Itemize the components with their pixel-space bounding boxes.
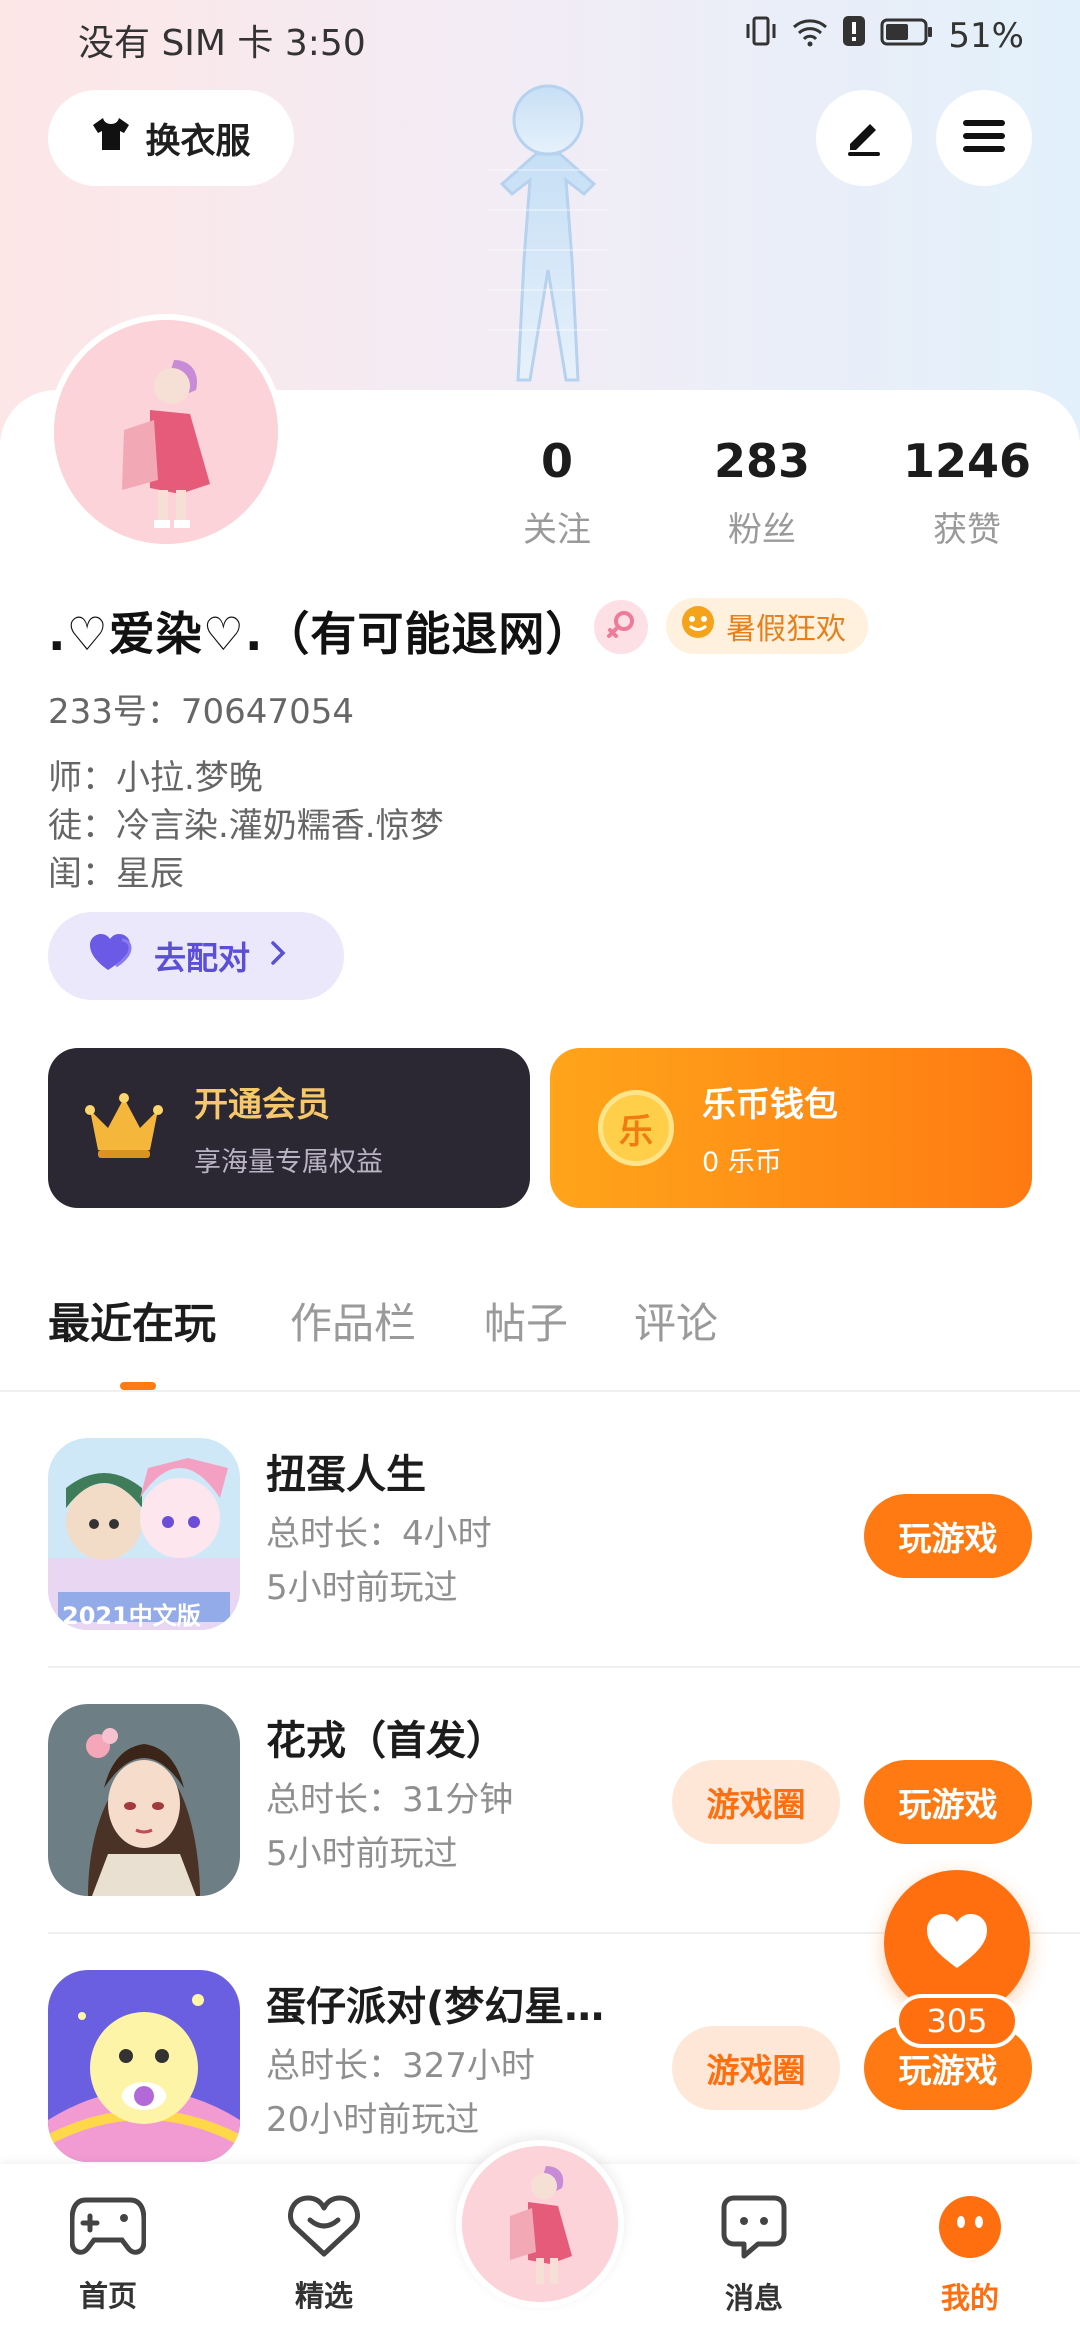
game-name: 蛋仔派对(梦幻星… — [266, 1984, 605, 2030]
go-pair-label: 去配对 — [154, 939, 251, 977]
wifi-icon — [792, 16, 828, 56]
coin-wallet-card[interactable]: 乐 乐币钱包 0 乐币 — [550, 1048, 1032, 1208]
game-icon-caption: 2021中文版 — [62, 1602, 201, 1630]
stat-fans[interactable]: 283 粉丝 — [677, 434, 847, 551]
game-circle-button[interactable]: 游戏圈 — [672, 1760, 840, 1844]
game-last-played: 20小时前玩过 — [266, 2100, 480, 2140]
vip-title: 开通会员 — [194, 1085, 330, 1125]
character-hologram[interactable] — [448, 70, 648, 390]
apprentice-label: 徒： — [48, 806, 116, 846]
following-label: 关注 — [523, 510, 591, 550]
nav-messages[interactable]: 消息 — [694, 2194, 814, 2317]
profile-screen: 没有 SIM 卡 3:50 51% 换衣服 0 关注 283 粉丝 1246 获… — [0, 0, 1080, 2340]
game-name: 花戎（首发） — [266, 1718, 506, 1764]
vip-subtitle: 享海量专属权益 — [194, 1147, 383, 1178]
tab-works[interactable]: 作品栏 — [290, 1290, 416, 1351]
game-icon-gacha-life[interactable]: 2021中文版 — [48, 1438, 240, 1630]
tab-comments[interactable]: 评论 — [634, 1290, 718, 1351]
female-icon — [604, 608, 638, 646]
avatar[interactable] — [48, 314, 284, 550]
alert-icon — [842, 15, 866, 56]
pen-icon — [842, 114, 886, 162]
game-icon-huarong[interactable] — [48, 1704, 240, 1896]
apprentice-value[interactable]: 冷言染.灌奶糯香.惊梦 — [116, 806, 444, 846]
play-game-button[interactable]: 玩游戏 — [864, 1494, 1032, 1578]
summer-event-label: 暑假狂欢 — [726, 612, 846, 647]
nav-messages-label: 消息 — [724, 2281, 783, 2315]
status-bar: 没有 SIM 卡 3:50 51% — [0, 0, 1080, 76]
shirt-icon — [91, 116, 131, 161]
wallet-balance: 0 乐币 — [702, 1147, 782, 1178]
menu-button[interactable] — [936, 90, 1032, 186]
game-row[interactable]: 花戎（首发） 总时长：31分钟 5小时前玩过 游戏圈 玩游戏 — [0, 1644, 1080, 1910]
change-outfit-label: 换衣服 — [145, 121, 251, 162]
nav-mine[interactable]: 我的 — [910, 2194, 1030, 2317]
nav-mine-label: 我的 — [940, 2281, 999, 2315]
stat-likes[interactable]: 1246 获赞 — [882, 434, 1052, 551]
likes-label: 获赞 — [933, 510, 1001, 550]
wallet-title: 乐币钱包 — [702, 1085, 838, 1125]
heart-chat-icon — [288, 2194, 360, 2265]
like-count-badge: 305 — [895, 1994, 1019, 2048]
carrier-text: 没有 SIM 卡 — [78, 23, 274, 64]
stat-following[interactable]: 0 关注 — [472, 434, 642, 551]
nav-featured[interactable]: 精选 — [264, 2194, 384, 2315]
game-last-played: 5小时前玩过 — [266, 1834, 458, 1874]
smile-badge-icon — [680, 604, 716, 648]
go-pair-button[interactable]: 去配对 — [48, 912, 344, 1000]
nav-avatar-center[interactable] — [456, 2140, 624, 2308]
profile-tabs: 最近在玩 作品栏 帖子 评论 — [0, 1290, 1080, 1390]
vip-membership-card[interactable]: 开通会员 享海量专属权益 — [48, 1048, 530, 1208]
bestie-value[interactable]: 星辰 — [116, 854, 184, 894]
nav-featured-label: 精选 — [294, 2279, 353, 2313]
tab-posts[interactable]: 帖子 — [484, 1290, 568, 1351]
summer-event-badge[interactable]: 暑假狂欢 — [666, 598, 868, 654]
edit-profile-button[interactable] — [816, 90, 912, 186]
nav-home[interactable]: 首页 — [48, 2194, 168, 2315]
master-row: 师：小拉.梦晚 — [48, 750, 263, 799]
user-id-value: 70647054 — [180, 692, 354, 732]
game-name: 扭蛋人生 — [266, 1452, 426, 1498]
coin-icon: 乐 — [598, 1090, 674, 1166]
message-icon — [720, 2194, 788, 2267]
master-value[interactable]: 小拉.梦晚 — [116, 758, 263, 798]
game-duration: 总时长：31分钟 — [266, 1780, 514, 1820]
gamepad-icon — [69, 2194, 147, 2265]
game-row[interactable]: 2021中文版 扭蛋人生 总时长：4小时 5小时前玩过 玩游戏 — [0, 1378, 1080, 1644]
bestie-row: 闺：星辰 — [48, 846, 184, 895]
game-circle-button[interactable]: 游戏圈 — [672, 2026, 840, 2110]
game-last-played: 5小时前玩过 — [266, 1568, 458, 1608]
bestie-label: 闺： — [48, 854, 116, 894]
master-label: 师： — [48, 758, 116, 798]
tab-recent-played[interactable]: 最近在玩 — [48, 1290, 216, 1351]
vibrate-icon — [744, 14, 778, 57]
following-count: 0 — [540, 434, 573, 488]
likes-count: 1246 — [902, 434, 1032, 488]
game-duration: 总时长：327小时 — [266, 2046, 535, 2086]
nickname: .♡爱染♡.（有可能退网） — [48, 607, 593, 661]
profile-face-icon — [937, 2194, 1003, 2267]
purple-heart-icon — [88, 932, 136, 980]
white-heart-icon — [925, 1912, 989, 1974]
change-outfit-button[interactable]: 换衣服 — [48, 90, 294, 186]
apprentice-row: 徒：冷言染.灌奶糯香.惊梦 — [48, 798, 444, 847]
chevron-right-icon — [268, 937, 288, 975]
hamburger-icon — [961, 116, 1007, 160]
game-duration: 总时长：4小时 — [266, 1514, 492, 1554]
clock-text: 3:50 — [284, 23, 366, 64]
gender-badge — [594, 600, 648, 654]
battery-percent: 51% — [948, 15, 1024, 56]
fans-count: 283 — [713, 434, 811, 488]
user-id-label: 233号： — [48, 692, 181, 732]
battery-icon — [880, 16, 934, 56]
fans-label: 粉丝 — [728, 510, 796, 550]
nav-home-label: 首页 — [78, 2279, 137, 2313]
crown-icon — [84, 1090, 164, 1166]
user-id-row: 233号：70647054 — [48, 684, 354, 733]
play-game-button[interactable]: 玩游戏 — [864, 1760, 1032, 1844]
game-icon-eggy-party[interactable] — [48, 1970, 240, 2162]
